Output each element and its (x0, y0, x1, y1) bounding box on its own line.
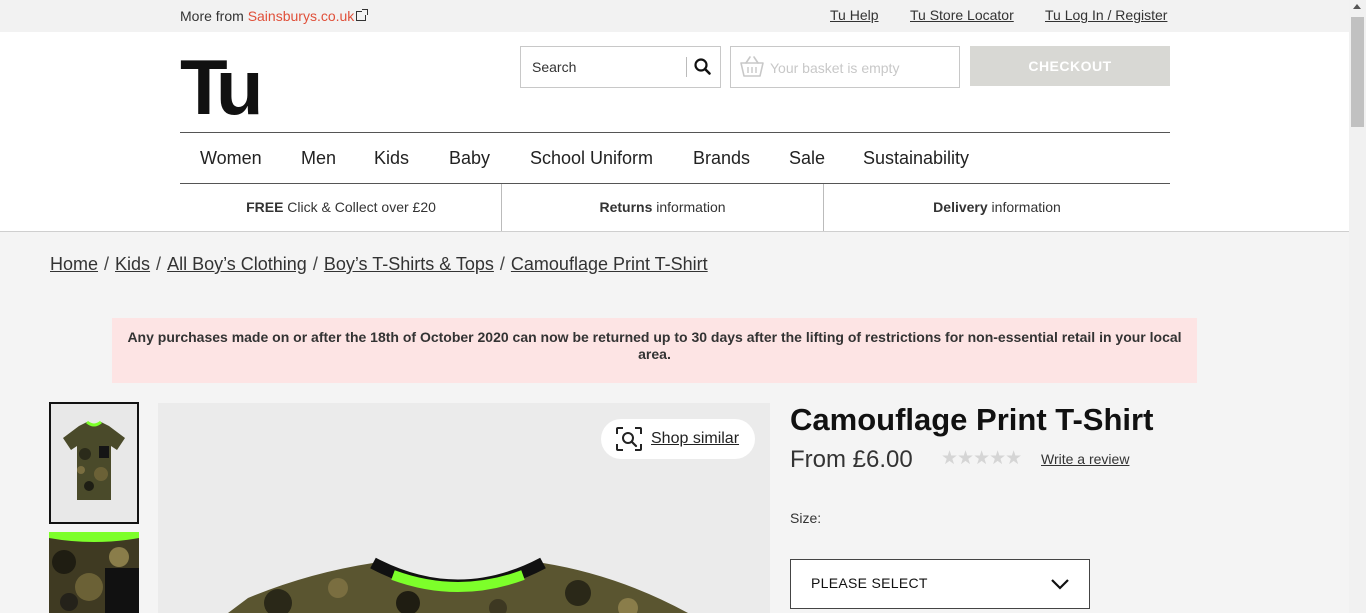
product-price: From £6.00 (790, 446, 913, 473)
promo-text: information (652, 199, 726, 215)
breadcrumb-kids[interactable]: Kids (115, 254, 150, 274)
breadcrumb-separator: / (499, 254, 505, 274)
returns-notice: Any purchases made on or after the 18th … (112, 318, 1197, 383)
breadcrumb-separator: / (312, 254, 318, 274)
promo-text: information (987, 199, 1061, 215)
nav-item-women[interactable]: Women (200, 148, 262, 169)
nav-item-baby[interactable]: Baby (449, 148, 490, 169)
store-locator-link[interactable]: Tu Store Locator (910, 7, 1014, 23)
tu-help-link[interactable]: Tu Help (830, 7, 879, 23)
promo-text: Click & Collect over £20 (283, 199, 436, 215)
visual-search-icon (616, 427, 642, 451)
promo-click-collect[interactable]: FREE Click & Collect over £20 (180, 184, 502, 231)
product-thumbnail-1[interactable] (49, 402, 139, 524)
rating-stars: ★★★★★ (941, 448, 1022, 469)
checkout-button[interactable]: CHECKOUT (970, 46, 1170, 86)
scroll-up-arrow[interactable] (1353, 4, 1361, 9)
main-nav: Women Men Kids Baby School Uniform Brand… (180, 132, 1170, 184)
product-thumbnail-2[interactable] (49, 532, 139, 613)
tshirt-thumbnail-image (51, 404, 137, 522)
breadcrumb-current[interactable]: Camouflage Print T-Shirt (511, 254, 708, 274)
promo-bold: Returns (599, 199, 653, 215)
size-label: Size: (790, 510, 822, 526)
page-scrollbar[interactable] (1349, 0, 1366, 613)
nav-item-kids[interactable]: Kids (374, 148, 409, 169)
search-divider (686, 57, 687, 77)
breadcrumb-home[interactable]: Home (50, 254, 98, 274)
utility-bar: More from Sainsburys.co.uk Tu Help Tu St… (0, 0, 1349, 32)
nav-item-school-uniform[interactable]: School Uniform (530, 148, 653, 169)
search-input[interactable] (521, 47, 685, 87)
size-dropdown[interactable]: PLEASE SELECT (790, 559, 1090, 609)
search-icon (694, 58, 711, 75)
more-from-text: More from Sainsburys.co.uk (180, 8, 369, 24)
promo-strip: FREE Click & Collect over £20 Returns in… (180, 184, 1170, 231)
promo-delivery[interactable]: Delivery information (823, 184, 1170, 231)
write-review-link[interactable]: Write a review (1041, 451, 1129, 467)
search-button[interactable] (693, 57, 713, 77)
product-title: Camouflage Print T-Shirt (790, 402, 1154, 437)
breadcrumb-separator: / (156, 254, 162, 274)
promo-bold: Delivery (933, 199, 988, 215)
breadcrumb-boys-tshirts-tops[interactable]: Boy’s T-Shirts & Tops (324, 254, 494, 274)
basket-button[interactable]: Your basket is empty (730, 46, 960, 88)
nav-item-sustainability[interactable]: Sustainability (863, 148, 969, 169)
shop-similar-label: Shop similar (651, 430, 740, 447)
tshirt-detail-image (49, 532, 139, 613)
sainsburys-link[interactable]: Sainsburys.co.uk (248, 8, 355, 24)
breadcrumb-all-boys-clothing[interactable]: All Boy’s Clothing (167, 254, 307, 274)
site-header: Tu Your basket is empty CHECKOUT Women M… (0, 32, 1349, 232)
nav-item-brands[interactable]: Brands (693, 148, 750, 169)
more-from-prefix: More from (180, 8, 248, 24)
login-register-link[interactable]: Tu Log In / Register (1045, 7, 1167, 23)
nav-item-men[interactable]: Men (301, 148, 336, 169)
basket-icon (740, 56, 764, 77)
nav-item-sale[interactable]: Sale (789, 148, 825, 169)
search-box (520, 46, 721, 88)
basket-status: Your basket is empty (770, 60, 900, 76)
promo-returns[interactable]: Returns information (501, 184, 823, 231)
chevron-down-icon (1051, 579, 1069, 590)
scrollbar-thumb[interactable] (1351, 17, 1364, 127)
shop-similar-button[interactable]: Shop similar (601, 419, 755, 459)
breadcrumb: Home / Kids / All Boy’s Clothing / Boy’s T-Shi… (50, 254, 708, 275)
external-link-icon (356, 9, 369, 21)
tu-logo[interactable]: Tu (180, 48, 263, 126)
size-selected-value: PLEASE SELECT (811, 575, 928, 591)
breadcrumb-separator: / (104, 254, 110, 274)
promo-bold: FREE (246, 199, 284, 215)
